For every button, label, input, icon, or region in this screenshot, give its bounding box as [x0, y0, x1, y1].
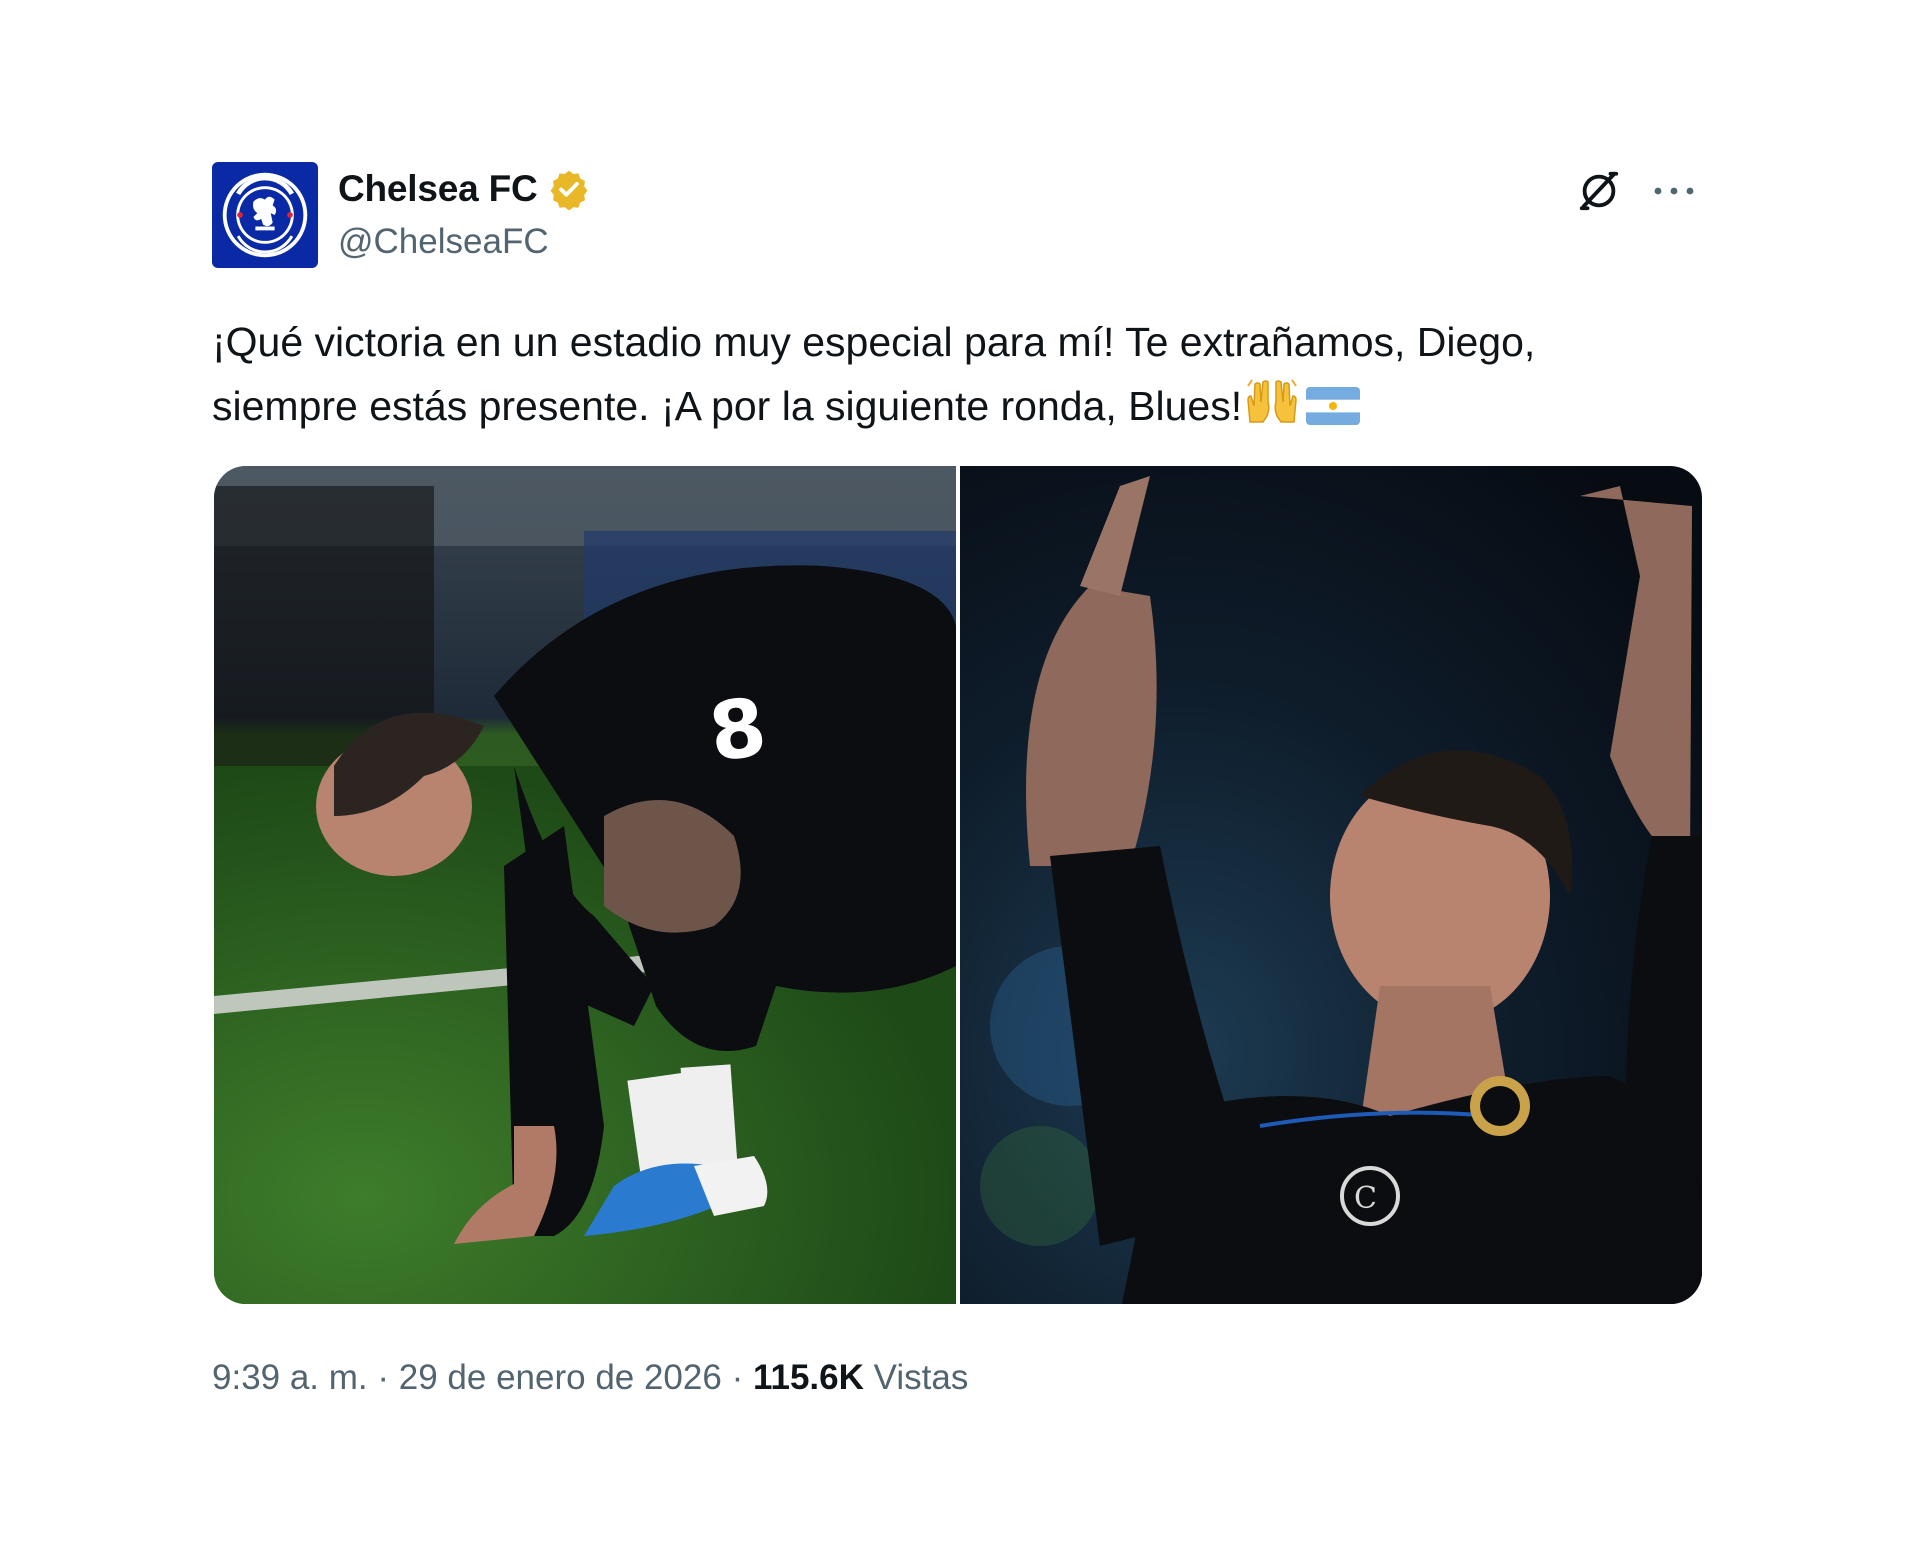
media-grid: 8 C — [214, 466, 1702, 1304]
account-name[interactable]: Chelsea FC — [338, 168, 538, 210]
views-label: Vistas — [873, 1358, 969, 1397]
photo-player-kneeling-icon: 8 — [214, 466, 956, 1304]
more-horizontal-icon — [1654, 187, 1694, 195]
tweet: Chelsea FC @ChelseaFC ¡Qué victoria en u… — [212, 162, 1702, 1397]
svg-text:C: C — [1354, 1181, 1377, 1216]
raising-hands-emoji-icon — [1247, 379, 1297, 423]
avatar[interactable] — [212, 162, 318, 268]
grok-icon — [1579, 171, 1619, 211]
more-options-button[interactable] — [1646, 166, 1702, 216]
meta-separator-2: · — [731, 1358, 744, 1397]
account-handle[interactable]: @ChelseaFC — [338, 222, 549, 262]
tweet-time[interactable]: 9:39 a. m. — [212, 1358, 368, 1397]
meta-separator-1: · — [377, 1358, 390, 1397]
tweet-header: Chelsea FC @ChelseaFC — [212, 162, 1702, 272]
tweet-date[interactable]: 29 de enero de 2026 — [399, 1358, 722, 1397]
tweet-text-line-2: siempre estás presente. ¡A por la siguie… — [212, 374, 1702, 438]
chelsea-crest-icon — [222, 172, 308, 258]
tweet-meta: 9:39 a. m. · 29 de enero de 2026 · 115.6… — [212, 1358, 968, 1398]
photo-1[interactable]: 8 — [214, 466, 956, 1304]
argentina-flag-icon — [1306, 387, 1361, 425]
views-count: 115.6K — [752, 1358, 864, 1397]
verified-badge-icon[interactable] — [548, 168, 590, 210]
photo-player-pointing-up-icon: C — [960, 466, 1702, 1304]
tweet-text-line-2-text: siempre estás presente. ¡A por la siguie… — [212, 383, 1243, 429]
tweet-text-line-1: ¡Qué victoria en un estadio muy especial… — [212, 319, 1536, 365]
tweet-text: ¡Qué victoria en un estadio muy especial… — [212, 310, 1702, 438]
photo-2[interactable]: C — [960, 466, 1702, 1304]
name-row: Chelsea FC — [338, 168, 590, 210]
tweet-actions — [1574, 166, 1702, 216]
grok-button[interactable] — [1574, 166, 1624, 216]
